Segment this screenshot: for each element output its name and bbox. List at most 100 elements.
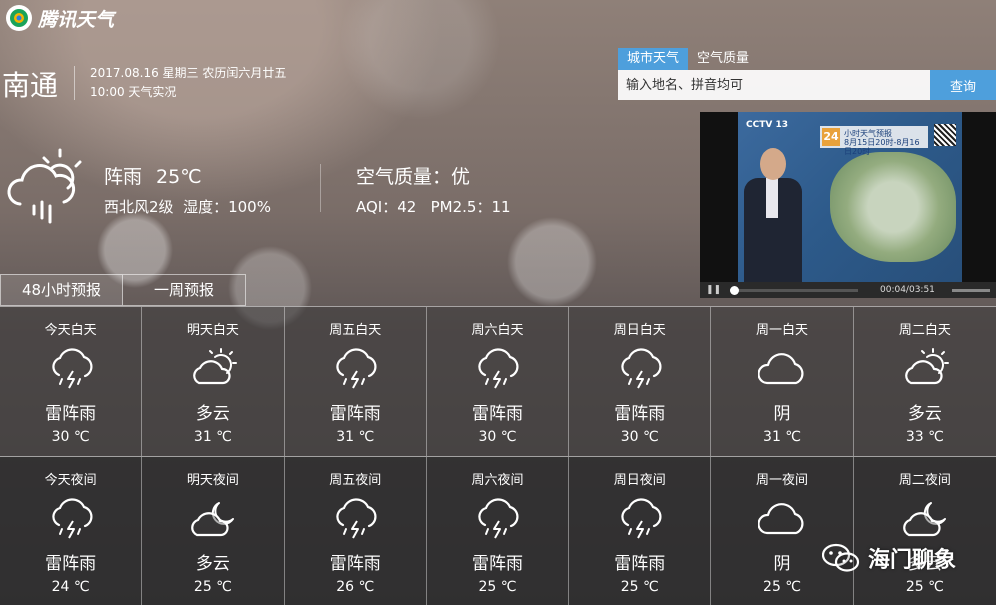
forecast-cell: 周二白天 多云 33 ℃ xyxy=(854,307,996,456)
brand-logo[interactable]: 腾讯天气 xyxy=(6,4,114,32)
pause-icon[interactable]: ❚❚ xyxy=(706,285,721,295)
cloudy-moon-icon xyxy=(902,502,946,537)
forecast-temperature: 25 ℃ xyxy=(763,579,802,595)
current-condition: 阵雨 25℃ xyxy=(104,162,202,189)
video-banner: 24 小时天气预报 8月15日20时-8月16日20时 xyxy=(820,126,928,156)
forecast-condition: 雷阵雨 xyxy=(471,554,523,574)
forecast-condition: 雷阵雨 xyxy=(471,404,523,424)
watermark-text: 海门聊象 xyxy=(868,548,957,573)
forecast-temperature: 31 ℃ xyxy=(763,429,802,445)
search-tabs: 城市天气 空气质量 xyxy=(618,48,996,70)
thunder-rain-icon xyxy=(478,348,519,389)
cloudy-sun-icon xyxy=(904,348,949,385)
forecast-temperature: 24 ℃ xyxy=(51,579,90,595)
tencent-logo-icon xyxy=(6,5,32,31)
video-screen[interactable]: CCTV 13 24 小时天气预报 8月15日20时-8月16日20时 xyxy=(738,112,962,282)
forecast-period: 今天白天 xyxy=(44,323,97,338)
forecast-temperature: 30 ℃ xyxy=(620,429,659,445)
forecast-condition: 雷阵雨 xyxy=(614,554,666,574)
forecast-period: 周二夜间 xyxy=(898,473,951,488)
channel-logo: CCTV 13 xyxy=(746,120,788,130)
forecast-period: 周五夜间 xyxy=(329,473,382,488)
forecast-tabs: 48小时预报 一周预报 xyxy=(0,274,246,306)
forecast-cell: 周一夜间阴 25 ℃ xyxy=(711,457,854,605)
banner-title: 小时天气预报 xyxy=(844,129,892,138)
search-panel: 城市天气 空气质量 查询 xyxy=(618,48,996,100)
brand-name: 腾讯天气 xyxy=(38,8,115,31)
forecast-period: 今天夜间 xyxy=(44,473,97,488)
forecast-cell: 周日夜间雷阵雨 25 ℃ xyxy=(569,457,712,605)
forecast-period: 周一夜间 xyxy=(756,473,809,488)
forecast-cell: 明天夜间多云 25 ℃ xyxy=(142,457,285,605)
wind-text: 西北风2级 xyxy=(104,198,174,216)
qr-code-image xyxy=(934,124,956,146)
video-time: 00:04/03:51 xyxy=(880,285,935,295)
current-temperature: 25℃ xyxy=(156,166,202,188)
search-row: 查询 xyxy=(618,70,996,100)
day-forecast-row: 今天白天 雷阵雨 30 ℃ 明天白天 多云 31 ℃ 周五白天 雷阵雨 31 ℃ 周六白天 雷阵雨 3… xyxy=(0,306,996,456)
forecast-cell: 周二夜间 多云 25 ℃ xyxy=(854,457,996,605)
forecast-condition: 雷阵雨 xyxy=(329,404,381,424)
thunder-rain-icon xyxy=(336,498,377,539)
thunder-rain-icon xyxy=(336,348,377,389)
search-button[interactable]: 查询 xyxy=(930,70,996,100)
forecast-cell: 周六夜间 雷阵雨 25 ℃ xyxy=(427,457,570,605)
weather-map-image xyxy=(830,152,956,262)
air-quality-title: 空气质量：优 xyxy=(356,166,471,188)
banner-number: 24 xyxy=(822,128,840,146)
forecast-cell: 今天白天 雷阵雨 30 ℃ xyxy=(0,307,143,456)
forecast-cell: 周五夜间雷阵雨 26 ℃ xyxy=(285,457,427,605)
aqi-values: AQI：42 PM2.5：11 xyxy=(356,198,511,216)
rain-cloud-sun-icon xyxy=(7,148,82,224)
forecast-cell: 周日白天 雷阵雨 30 ℃ xyxy=(569,307,712,456)
forecast-temperature: 31 ℃ xyxy=(193,429,232,445)
forecast-temperature: 25 ℃ xyxy=(478,579,517,595)
forecast-period: 周二白天 xyxy=(898,323,951,338)
thunder-rain-icon xyxy=(478,498,519,539)
volume-slider[interactable] xyxy=(952,289,990,292)
thunder-rain-icon xyxy=(51,498,93,539)
forecast-condition: 阴 xyxy=(773,404,791,424)
watermark: 海门聊象 xyxy=(822,542,956,574)
forecast-period: 周六白天 xyxy=(471,323,524,338)
forecast-condition: 多云 xyxy=(195,554,230,574)
forecast-temperature: 30 ℃ xyxy=(478,429,517,445)
current-wind-humidity: 西北风2级 湿度：100% xyxy=(104,196,271,217)
banner-subtitle: 8月15日20时-8月16日20时 xyxy=(844,138,920,156)
forecast-temperature: 33 ℃ xyxy=(905,429,944,445)
forecast-condition: 雷阵雨 xyxy=(614,404,666,424)
search-input[interactable] xyxy=(618,70,930,100)
forecast-condition: 雷阵雨 xyxy=(45,554,97,574)
forecast-condition: 雷阵雨 xyxy=(329,554,381,574)
tab-city-weather[interactable]: 城市天气 xyxy=(618,48,689,70)
wechat-icon xyxy=(822,543,860,572)
tab-air-quality[interactable]: 空气质量 xyxy=(688,48,758,70)
condition-text: 阵雨 xyxy=(104,166,143,188)
forecast-temperature: 30 ℃ xyxy=(51,429,90,445)
divider xyxy=(320,164,321,212)
forecast-period: 周五白天 xyxy=(329,323,382,338)
forecast-period: 周日夜间 xyxy=(613,473,666,488)
forecast-period: 明天白天 xyxy=(186,323,239,338)
forecast-temperature: 25 ℃ xyxy=(620,579,659,595)
tab-weekly-forecast[interactable]: 一周预报 xyxy=(123,274,246,306)
forecast-temperature: 26 ℃ xyxy=(336,579,375,595)
divider xyxy=(74,66,75,100)
overcast-icon xyxy=(758,353,804,385)
video-progress-handle[interactable] xyxy=(730,286,739,295)
presenter-image xyxy=(742,148,802,282)
cloudy-moon-icon xyxy=(191,502,234,537)
thunder-rain-icon xyxy=(51,348,93,389)
overcast-icon xyxy=(758,503,804,535)
forecast-cell: 今天夜间雷阵雨 24 ℃ xyxy=(0,457,143,605)
night-forecast-row: 今天夜间 雷阵雨 24 ℃ 明天夜间 多云 25 ℃ 周五夜间 雷阵雨 26 ℃ 周六夜间 雷阵雨 2… xyxy=(0,456,996,605)
video-progress-bar[interactable] xyxy=(730,289,858,292)
observation-time: 10:00 天气实况 xyxy=(90,85,177,99)
video-player[interactable]: CCTV 13 24 小时天气预报 8月15日20时-8月16日20时 ❚❚ 0… xyxy=(700,112,996,298)
forecast-cell: 明天白天 多云 31 ℃ xyxy=(142,307,285,456)
forecast-temperature: 25 ℃ xyxy=(193,579,232,595)
forecast-period: 明天夜间 xyxy=(186,473,239,488)
cloudy-sun-icon xyxy=(193,348,237,385)
observation-info: 2017.08.16 星期三 农历闰六月廿五 10:00 天气实况 xyxy=(90,64,286,102)
tab-48-hour-forecast[interactable]: 48小时预报 xyxy=(0,274,123,306)
